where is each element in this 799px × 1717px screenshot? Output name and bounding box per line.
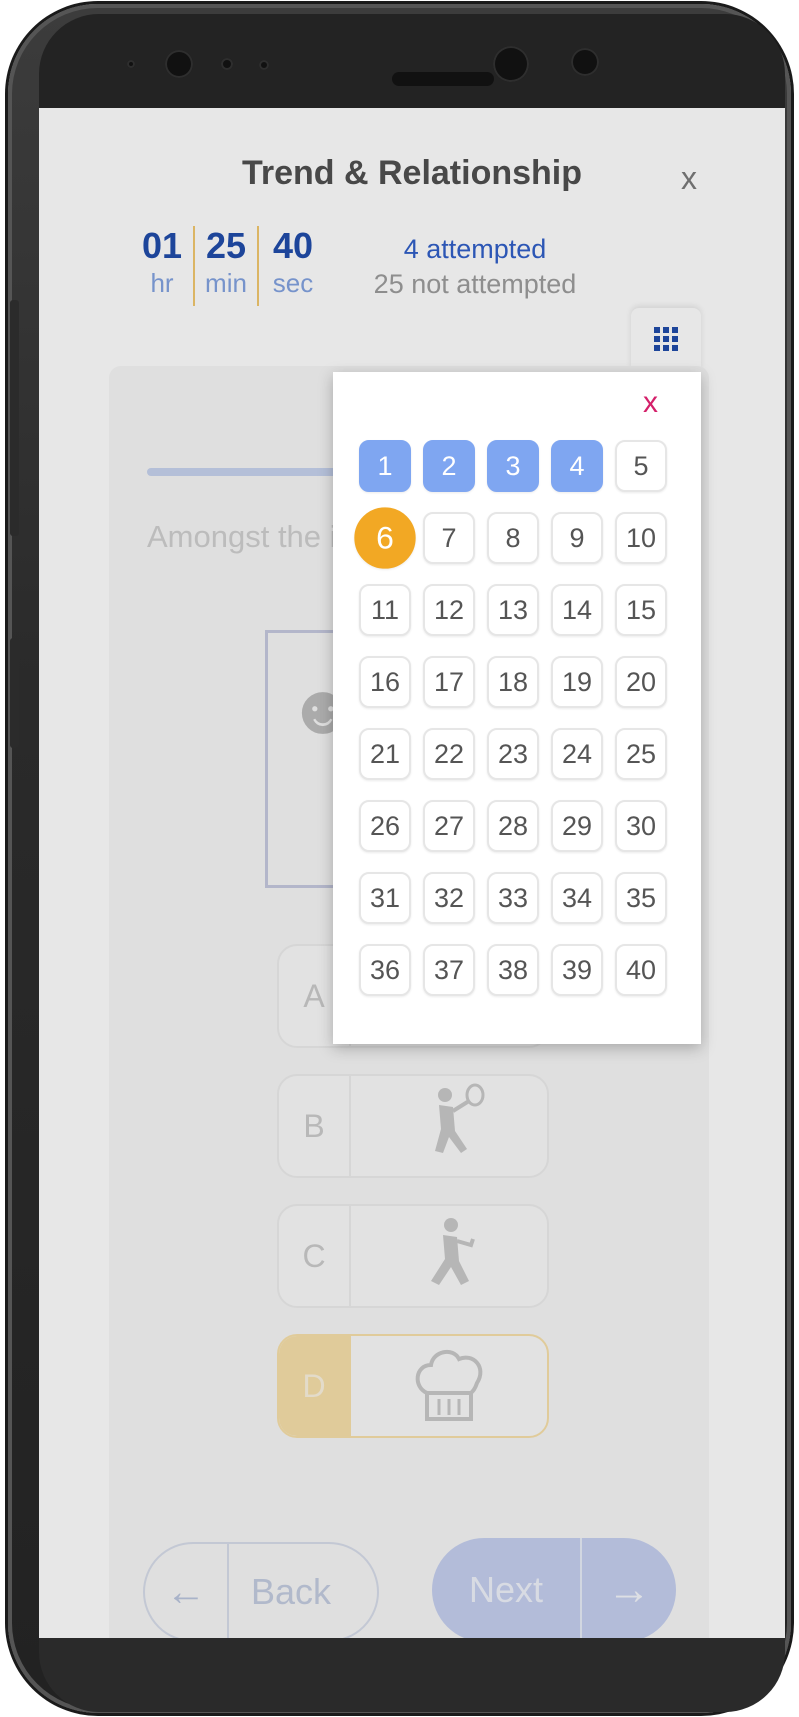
phone-frame: Trend & Relationship x 01 hr 25 min 40 s… — [8, 4, 791, 1713]
sensor-icon — [259, 60, 269, 70]
top-bezel — [39, 14, 785, 109]
question-number-button[interactable]: 26 — [359, 800, 411, 852]
question-number-button[interactable]: 20 — [615, 656, 667, 708]
question-number-button[interactable]: 10 — [615, 512, 667, 564]
question-number-button[interactable]: 23 — [487, 728, 539, 780]
camera-icon — [493, 46, 529, 82]
hours-value: 01 — [141, 225, 183, 266]
question-number-button[interactable]: 18 — [487, 656, 539, 708]
question-grid: 1 2 3 4 5 6 7 8 9 10 11 12 13 14 15 16 17 18 19 20 21 22 23 24 2… — [354, 440, 667, 996]
question-number-button[interactable]: 12 — [423, 584, 475, 636]
question-number-button[interactable]: 29 — [551, 800, 603, 852]
back-button[interactable]: ← Back — [143, 1542, 379, 1639]
question-number-button[interactable]: 40 — [615, 944, 667, 996]
navigator-close-button[interactable]: x — [643, 386, 658, 420]
page-title: Trend & Relationship — [241, 154, 583, 192]
bottom-bezel — [39, 1638, 785, 1712]
next-label: Next — [468, 1569, 544, 1610]
option-c[interactable]: C — [277, 1204, 549, 1308]
question-number-button[interactable]: 16 — [359, 656, 411, 708]
front-camera-icon — [165, 50, 193, 78]
side-button — [10, 300, 19, 536]
question-number-button[interactable]: 33 — [487, 872, 539, 924]
tennis-player-icon — [351, 1076, 547, 1176]
question-number-button[interactable]: 11 — [359, 584, 411, 636]
minutes-label: min — [205, 268, 247, 298]
timer-minutes: 25 min — [199, 226, 253, 306]
question-number-button[interactable]: 27 — [423, 800, 475, 852]
question-number-button[interactable]: 31 — [359, 872, 411, 924]
option-d[interactable]: D — [277, 1334, 549, 1438]
question-number-button[interactable]: 3 — [487, 440, 539, 492]
seconds-value: 40 — [272, 225, 314, 266]
question-grid-toggle[interactable] — [631, 308, 701, 370]
side-button — [10, 638, 19, 748]
timer-seconds: 40 sec — [263, 226, 323, 306]
timer-divider — [193, 226, 195, 306]
question-navigator: x 1 2 3 4 5 6 7 8 9 10 11 12 13 14 15 16 17 18 19 20 21 22 23 2… — [333, 372, 701, 1044]
question-number-button[interactable]: 24 — [551, 728, 603, 780]
question-number-button[interactable]: 13 — [487, 584, 539, 636]
sensor-icon — [127, 60, 135, 68]
attempted-count: 4 attempted — [403, 234, 547, 264]
option-letter: D — [279, 1336, 351, 1436]
question-number-button[interactable]: 4 — [551, 440, 603, 492]
back-label: Back — [251, 1571, 332, 1612]
question-number-button[interactable]: 34 — [551, 872, 603, 924]
speaker-grille — [392, 72, 494, 86]
hours-label: hr — [150, 268, 174, 298]
question-number-button[interactable]: 21 — [359, 728, 411, 780]
question-number-button[interactable]: 32 — [423, 872, 475, 924]
question-number-button[interactable]: 28 — [487, 800, 539, 852]
question-number-button[interactable]: 39 — [551, 944, 603, 996]
question-number-button[interactable]: 35 — [615, 872, 667, 924]
question-number-button[interactable]: 30 — [615, 800, 667, 852]
chef-hat-icon — [351, 1336, 547, 1436]
question-number-button[interactable]: 15 — [615, 584, 667, 636]
timer: 01 hr 25 min 40 sec — [135, 226, 323, 306]
not-attempted-count: 25 not attempted — [373, 269, 577, 299]
app-screen: Trend & Relationship x 01 hr 25 min 40 s… — [39, 108, 785, 1639]
camera-icon — [571, 48, 599, 76]
question-number-button[interactable]: 1 — [359, 440, 411, 492]
question-number-button[interactable]: 2 — [423, 440, 475, 492]
question-number-button[interactable]: 19 — [551, 656, 603, 708]
question-number-button[interactable]: 36 — [359, 944, 411, 996]
question-number-button[interactable]: 22 — [423, 728, 475, 780]
attempt-summary: 4 attempted 25 not attempted — [355, 232, 595, 302]
arrow-right-icon: → — [580, 1538, 676, 1639]
question-number-button[interactable]: 7 — [423, 512, 475, 564]
timer-divider — [257, 226, 259, 306]
question-number-button[interactable]: 9 — [551, 512, 603, 564]
close-button[interactable]: x — [681, 160, 697, 197]
question-number-button[interactable]: 8 — [487, 512, 539, 564]
sensor-icon — [221, 58, 233, 70]
question-number-button[interactable]: 6 — [354, 507, 416, 569]
minutes-value: 25 — [205, 225, 247, 266]
grid-icon — [654, 327, 678, 351]
next-button[interactable]: Next → — [432, 1538, 676, 1639]
question-number-button[interactable]: 38 — [487, 944, 539, 996]
timer-hours: 01 hr — [135, 226, 189, 306]
waiter-running-icon — [351, 1206, 547, 1306]
option-letter: C — [279, 1206, 351, 1306]
question-number-button[interactable]: 14 — [551, 584, 603, 636]
question-number-button[interactable]: 25 — [615, 728, 667, 780]
seconds-label: sec — [272, 268, 314, 298]
question-number-button[interactable]: 5 — [615, 440, 667, 492]
question-number-button[interactable]: 37 — [423, 944, 475, 996]
option-b[interactable]: B — [277, 1074, 549, 1178]
arrow-left-icon: ← — [145, 1544, 229, 1639]
option-letter: B — [279, 1076, 351, 1176]
question-number-button[interactable]: 17 — [423, 656, 475, 708]
